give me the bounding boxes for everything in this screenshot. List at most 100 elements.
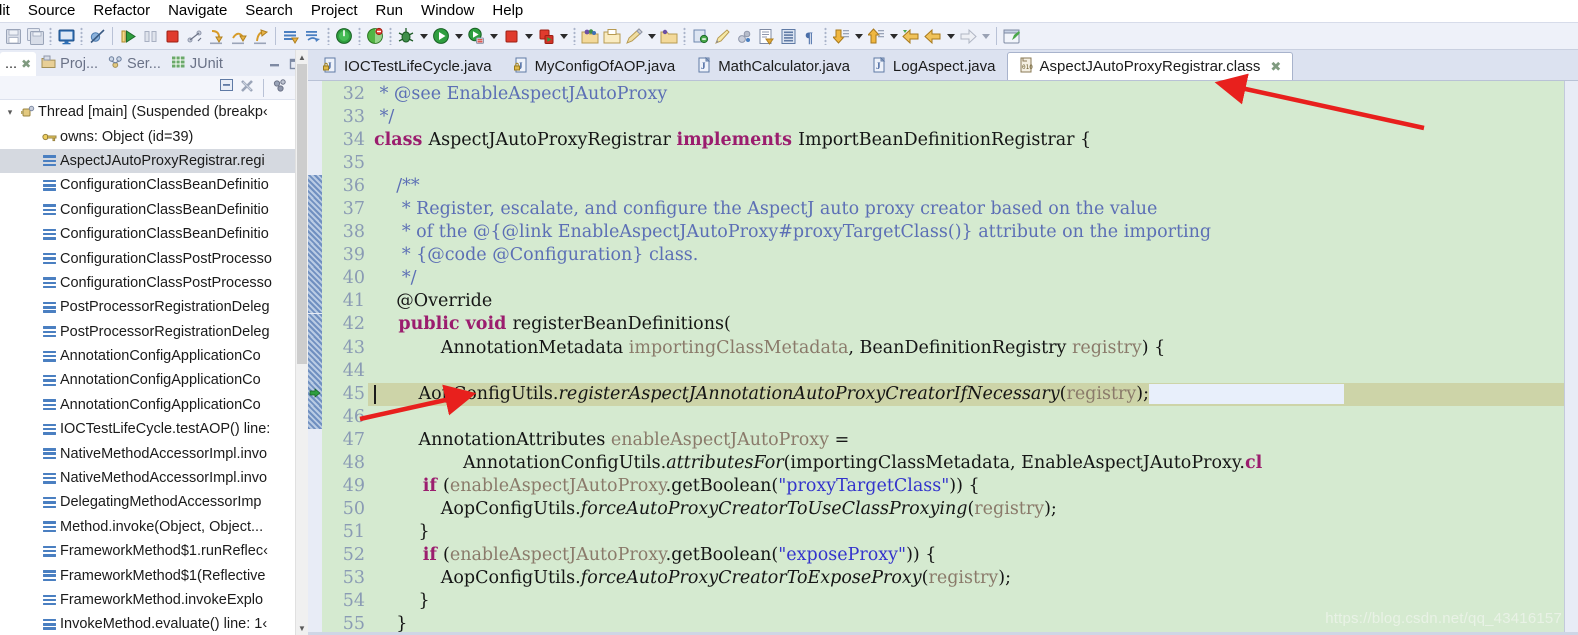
code-line[interactable]: * of the @{@link EnableAspectJAutoProxy#…	[368, 221, 1564, 244]
menu-item-refactor[interactable]: Refactor	[84, 0, 159, 22]
menu-item-help[interactable]: Help	[483, 0, 532, 22]
close-icon[interactable]: ✖	[1270, 59, 1281, 75]
skip-all-breakpoints-icon[interactable]	[86, 24, 108, 48]
relaunch-icon[interactable]	[364, 24, 386, 48]
tree-row[interactable]: ConfigurationClassBeanDefinitio	[0, 173, 308, 197]
code-line[interactable]: */	[368, 267, 1564, 290]
menu-item-edit[interactable]: dit	[0, 0, 19, 22]
code-text[interactable]: * @see EnableAspectJAutoProxy */ class As…	[368, 81, 1564, 635]
overview-ruler[interactable]	[1564, 81, 1578, 635]
external-tools-icon[interactable]	[733, 24, 755, 48]
twisty-expanded-icon[interactable]: ▾	[4, 107, 16, 118]
code-line[interactable]: if (enableAspectJAutoProxy.getBoolean("e…	[368, 544, 1564, 567]
close-icon[interactable]: ✖	[21, 57, 31, 71]
tree-row[interactable]: AnnotationConfigApplicationCo	[0, 393, 308, 417]
minimize-icon[interactable]	[268, 58, 281, 74]
edit-icon[interactable]	[623, 24, 645, 48]
tree-row[interactable]: ConfigurationClassBeanDefinitio	[0, 222, 308, 246]
open-type-icon[interactable]	[658, 24, 680, 48]
code-line[interactable]: public void registerBeanDefinitions(	[368, 313, 1564, 336]
run-server-dropdown-icon[interactable]	[487, 24, 500, 48]
drop-to-frame-icon[interactable]	[280, 24, 302, 48]
terminate-icon[interactable]	[161, 24, 183, 48]
editor-tab-mathcalculator-java[interactable]: J MathCalculator.java	[686, 53, 861, 80]
tree-row[interactable]: AnnotationConfigApplicationCo	[0, 344, 308, 368]
code-line[interactable]: AnnotationAttributes enableAspectJAutoPr…	[368, 429, 1564, 452]
debug-stack-tree[interactable]: ▾ Thread [main] (Suspended (breakp‹ owns: …	[0, 100, 308, 635]
debug-icon[interactable]	[395, 24, 417, 48]
menu-item-project[interactable]: Project	[302, 0, 367, 22]
code-line[interactable]: * @see EnableAspectJAutoProxy	[368, 83, 1564, 106]
tab-servers[interactable]: Ser...	[103, 52, 166, 76]
run-dropdown-icon[interactable]	[452, 24, 465, 48]
previous-annotation-icon[interactable]	[865, 24, 887, 48]
code-line[interactable]	[368, 406, 1564, 429]
tree-row[interactable]: NativeMethodAccessorImpl.invo	[0, 441, 308, 465]
menu-item-navigate[interactable]: Navigate	[159, 0, 236, 22]
code-line[interactable]: class AspectJAutoProxyRegistrar implemen…	[368, 129, 1564, 152]
code-line[interactable]	[368, 360, 1564, 383]
marker-icon[interactable]	[711, 24, 733, 48]
editor-tab-myconfigofaop-java[interactable]: J MyConfigOfAOP.java	[503, 53, 687, 80]
tree-row[interactable]: PostProcessorRegistrationDeleg	[0, 320, 308, 344]
search-type-icon[interactable]	[689, 24, 711, 48]
tree-row[interactable]: NativeMethodAccessorImpl.invo	[0, 466, 308, 490]
use-step-filters-icon[interactable]	[302, 24, 324, 48]
tree-row[interactable]: ConfigurationClassBeanDefinitio	[0, 198, 308, 222]
code-line-current-execution[interactable]: AopConfigUtils.registerAspectJAnnotation…	[368, 382, 1564, 406]
resume-icon[interactable]	[117, 24, 139, 48]
code-line[interactable]	[368, 152, 1564, 175]
scrollbar-thumb[interactable]	[297, 64, 307, 364]
stack-frame-row-selected[interactable]: AspectJAutoProxyRegistrar.regi	[0, 148, 308, 174]
disconnect-icon[interactable]	[183, 24, 205, 48]
open-task-icon[interactable]	[755, 24, 777, 48]
open-folder-icon[interactable]	[601, 24, 623, 48]
tree-row[interactable]: FrameworkMethod.invokeExplo	[0, 588, 308, 612]
code-line[interactable]: AopConfigUtils.forceAutoProxyCreatorToUs…	[368, 498, 1564, 521]
forward-icon[interactable]	[957, 24, 979, 48]
menu-item-source[interactable]: Source	[19, 0, 85, 22]
debug-dropdown-icon[interactable]	[417, 24, 430, 48]
tab-junit[interactable]: JUnit	[166, 52, 228, 76]
tree-row[interactable]: PostProcessorRegistrationDeleg	[0, 295, 308, 319]
new-window-icon[interactable]	[1001, 24, 1023, 48]
tab-package-explorer[interactable]: Proj...	[36, 52, 103, 76]
run-icon[interactable]	[430, 24, 452, 48]
menu-item-window[interactable]: Window	[412, 0, 483, 22]
tree-row[interactable]: ▾ Thread [main] (Suspended (breakp‹	[0, 100, 308, 124]
code-line[interactable]: if (enableAspectJAutoProxy.getBoolean("p…	[368, 475, 1564, 498]
source-viewer[interactable]: 32 33 34 35 36 37 38 39 40 41 42 43 44 45 46 47 48 49 50 51…	[308, 80, 1578, 635]
step-over-icon[interactable]	[227, 24, 249, 48]
tree-row[interactable]: AnnotationConfigApplicationCo	[0, 368, 308, 392]
tree-row[interactable]: IOCTestLifeCycle.testAOP() line:	[0, 417, 308, 441]
collapse-all-icon[interactable]	[219, 78, 235, 98]
publish-icon[interactable]	[535, 24, 557, 48]
save-all-icon[interactable]	[24, 24, 46, 48]
tree-row[interactable]: DelegatingMethodAccessorImp	[0, 490, 308, 514]
annotation-ruler[interactable]	[308, 81, 322, 635]
save-icon[interactable]	[2, 24, 24, 48]
debug-tree-scrollbar[interactable]: ▲ ▼	[295, 50, 308, 635]
tree-row[interactable]: ConfigurationClassPostProcesso	[0, 246, 308, 270]
scroll-up-icon[interactable]: ▲	[296, 50, 308, 64]
code-line[interactable]: AopConfigUtils.forceAutoProxyCreatorToEx…	[368, 567, 1564, 590]
view-menu-icon[interactable]	[272, 78, 288, 98]
code-line[interactable]: @Override	[368, 290, 1564, 313]
publish-dropdown-icon[interactable]	[557, 24, 570, 48]
editor-tab-ioctestlifecycle-java[interactable]: J IOCTestLifeCycle.java	[312, 53, 503, 80]
run-server-icon[interactable]	[465, 24, 487, 48]
code-line[interactable]: }	[368, 521, 1564, 544]
code-line[interactable]: /**	[368, 175, 1564, 198]
code-line[interactable]: AnnotationMetadata importingClassMetadat…	[368, 337, 1564, 360]
terminate-all-icon[interactable]	[333, 24, 355, 48]
next-annotation-dropdown-icon[interactable]	[852, 24, 865, 48]
tree-row[interactable]: ConfigurationClassPostProcesso	[0, 271, 308, 295]
back-dropdown-icon[interactable]	[944, 24, 957, 48]
tree-row[interactable]: owns: Object (id=39)	[0, 124, 308, 148]
tree-row[interactable]: FrameworkMethod$1(Reflective	[0, 563, 308, 587]
tab-debug[interactable]: ... ✖	[0, 52, 37, 76]
edit-dropdown-icon[interactable]	[645, 24, 658, 48]
back-history-icon[interactable]	[922, 24, 944, 48]
step-return-icon[interactable]	[249, 24, 271, 48]
next-annotation-icon[interactable]	[830, 24, 852, 48]
